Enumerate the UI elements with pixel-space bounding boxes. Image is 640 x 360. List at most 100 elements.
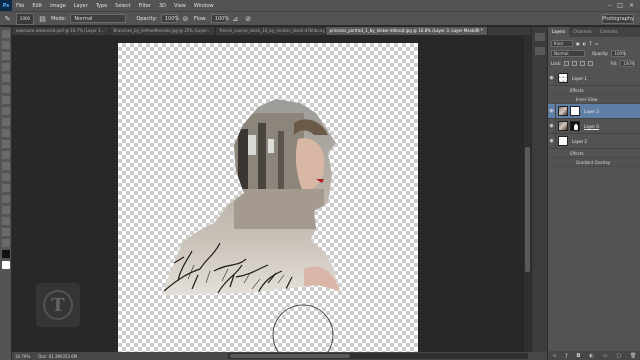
add-mask-icon[interactable]: ◘ [576,353,580,359]
lock-pixels-icon[interactable] [572,60,578,66]
horizontal-scroll-thumb[interactable] [230,354,350,358]
mode-select[interactable]: Normal [70,14,127,23]
menu-layer[interactable]: Layer [70,3,92,9]
zoom-level[interactable]: 16.79% [15,354,30,359]
canvas-area[interactable]: T [12,35,524,352]
document-canvas[interactable] [118,43,418,352]
brush-tool-icon[interactable] [2,107,10,115]
new-layer-icon[interactable]: ▢ [616,353,621,359]
vertical-scrollbar[interactable] [524,35,531,352]
background-color-swatch[interactable] [2,261,10,269]
history-brush-tool-icon[interactable] [2,129,10,137]
marquee-tool-icon[interactable] [2,41,10,49]
panel-tab-bar: Layers Channels Contents [548,27,640,37]
menu-type[interactable]: Type [92,3,111,9]
clone-stamp-tool-icon[interactable] [2,118,10,126]
layer-mask-thumbnail[interactable] [570,106,580,116]
close-icon[interactable]: × [629,2,634,9]
lock-label: Lock: [551,60,562,66]
tab-contents[interactable]: Contents [596,27,622,37]
visibility-eye-icon[interactable]: ◉ [548,118,556,134]
lock-transparency-icon[interactable] [564,60,570,66]
minimize-icon[interactable]: – [608,2,611,9]
dodge-tool-icon[interactable] [2,173,10,181]
move-tool-icon[interactable] [2,30,10,38]
layer-row-layer-3[interactable]: ◉ Layer 3 [548,103,640,119]
new-group-icon[interactable]: ▭ [603,353,608,359]
workspace-switcher[interactable]: Photography [602,14,634,24]
filter-pixel-icon[interactable]: ▣ [576,41,580,46]
menu-view[interactable]: View [170,3,190,9]
layer-row-layer-2[interactable]: ◉ Layer 2 [548,133,640,149]
link-layers-icon[interactable]: ∞ [552,353,556,359]
menu-3d[interactable]: 3D [155,3,170,9]
fx-icon[interactable]: ƒ [566,353,568,359]
trash-icon[interactable]: 🗑 [630,353,636,359]
effects-header[interactable]: Effects [548,86,640,95]
lock-position-icon[interactable] [580,60,586,66]
vertical-scroll-thumb[interactable] [525,147,530,272]
layer-controls: Kind ▣ ◐ T ▭ Normal Opacity: 100% Lock: … [548,37,640,69]
filter-type-icon[interactable]: T [589,41,591,46]
window-controls: – □ × [608,2,640,9]
hand-tool-icon[interactable] [2,228,10,236]
kind-filter-select[interactable]: Kind [551,39,573,47]
tab-document-active[interactable]: princess_portrait_1_by_kinker-d4bnqt.jpg… [325,27,488,35]
eraser-tool-icon[interactable] [2,140,10,148]
type-tool-icon[interactable] [2,195,10,203]
menu-filter[interactable]: Filter [135,3,155,9]
gradient-tool-icon[interactable] [2,151,10,159]
brush-panel-icon[interactable]: ▤ [38,14,47,23]
lasso-tool-icon[interactable] [2,52,10,60]
maximize-icon[interactable]: □ [617,2,623,9]
quick-select-tool-icon[interactable] [2,63,10,71]
pen-tool-icon[interactable] [2,184,10,192]
blur-tool-icon[interactable] [2,162,10,170]
tab-document-2[interactable]: Branches_by_liefmedfensels.jpg @ 25% (La… [110,27,216,35]
healing-tool-icon[interactable] [2,96,10,104]
zoom-tool-icon[interactable] [2,239,10,247]
menu-select[interactable]: Select [111,3,134,9]
tablet-pressure-size-icon[interactable]: ⊘ [244,14,253,23]
tab-layers[interactable]: Layers [548,27,570,37]
layer-row-layer-1[interactable]: ◉ Layer 1 [548,70,640,86]
opacity-field[interactable]: 100% [160,14,179,23]
filter-shape-icon[interactable]: ▭ [595,41,599,46]
flow-field[interactable]: 100% [210,14,229,23]
tablet-pressure-opacity-icon[interactable]: ⊘ [181,14,190,23]
panel-opacity-field[interactable]: 100% [611,49,626,57]
blend-mode-select[interactable]: Normal [551,49,585,57]
horizontal-scrollbar[interactable] [228,353,528,359]
menu-file[interactable]: File [12,3,28,9]
brush-tool-icon[interactable]: ✎ [3,14,12,23]
tab-channels[interactable]: Channels [569,27,596,37]
tab-document-3[interactable]: french_course_stock_16_by_mulsini_stock-… [216,27,326,35]
visibility-eye-icon[interactable]: ◉ [548,70,556,86]
crop-tool-icon[interactable] [2,74,10,82]
layer-row-layer-0[interactable]: ◉ Layer 0 [548,118,640,134]
effects-header[interactable]: Effects [548,149,640,158]
visibility-eye-icon[interactable]: ◉ [548,133,556,149]
lock-row: Lock: Fill: 100% [551,59,637,67]
menu-window[interactable]: Window [190,3,218,9]
lock-all-icon[interactable] [588,60,594,66]
effect-gradient-overlay[interactable]: Gradient Overlay [548,158,640,167]
history-panel-icon[interactable] [535,33,545,41]
foreground-color-swatch[interactable] [2,250,10,258]
eyedropper-tool-icon[interactable] [2,85,10,93]
properties-panel-icon[interactable] [535,47,545,55]
airbrush-icon[interactable]: ⊿ [231,14,240,23]
menu-image[interactable]: Image [46,3,70,9]
filter-adjust-icon[interactable]: ◐ [583,41,587,46]
effect-inner-glow[interactable]: Inner Glow [548,95,640,104]
fill-field[interactable]: 100% [620,59,635,67]
adjustment-layer-icon[interactable]: ◐ [589,353,593,359]
brush-preset-picker[interactable]: 2000 [16,12,34,25]
visibility-eye-icon[interactable]: ◉ [548,103,556,119]
tab-document-1[interactable]: exposure advanced.psd @ 16.7% (Layer 1..… [12,27,110,35]
layer-mask-thumbnail[interactable] [570,121,580,131]
path-select-tool-icon[interactable] [2,206,10,214]
options-bar: ✎ 2000 ▤ Mode: Normal Opacity: 100% ⊘ Fl… [0,11,640,26]
shape-tool-icon[interactable] [2,217,10,225]
menu-edit[interactable]: Edit [28,3,46,9]
